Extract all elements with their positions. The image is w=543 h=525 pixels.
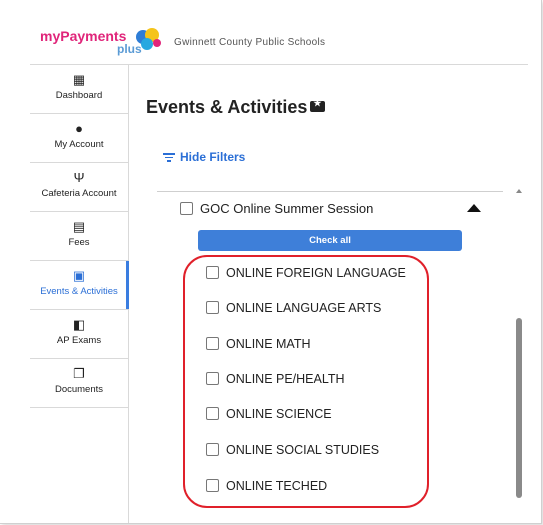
sidebar-item-cafeteria[interactable]: Ψ Cafeteria Account — [30, 163, 128, 212]
filter-icon — [163, 151, 175, 162]
sidebar-item-label: Fees — [68, 237, 90, 248]
sidebar-item-label: Documents — [54, 384, 104, 395]
documents-icon: ❐ — [73, 366, 85, 381]
school-name: Gwinnett County Public Schools — [174, 37, 326, 48]
scrollbar-thumb[interactable] — [516, 318, 522, 498]
page-title: Events & Activities — [146, 97, 326, 118]
account-icon: ● — [75, 121, 83, 136]
sidebar-item-ap-exams[interactable]: ◧ AP Exams — [30, 310, 128, 359]
filter-divider — [157, 191, 503, 192]
collapse-caret-icon[interactable] — [467, 204, 481, 212]
sidebar-item-dashboard[interactable]: ▦ Dashboard — [30, 65, 128, 114]
logo-graphic-icon — [136, 28, 161, 50]
cafeteria-icon: Ψ — [73, 170, 85, 185]
scroll-up-arrow-icon[interactable] — [516, 189, 522, 193]
session-checkbox[interactable] — [180, 202, 193, 215]
sidebar-item-label: AP Exams — [56, 335, 102, 346]
sidebar: ▦ Dashboard ● My Account Ψ Cafeteria Acc… — [30, 65, 129, 523]
hide-filters-button[interactable]: Hide Filters — [163, 150, 245, 164]
ap-exams-icon: ◧ — [72, 317, 86, 332]
hide-filters-label: Hide Filters — [180, 150, 246, 164]
session-checkbox-row[interactable]: GOC Online Summer Session — [180, 201, 373, 216]
page-title-text: Events & Activities — [146, 97, 308, 117]
sidebar-item-my-account[interactable]: ● My Account — [30, 114, 128, 163]
sidebar-item-label: Dashboard — [55, 90, 103, 101]
sidebar-item-fees[interactable]: ▤ Fees — [30, 212, 128, 261]
logo[interactable]: myPayments — [40, 28, 126, 44]
sidebar-item-documents[interactable]: ❐ Documents — [30, 359, 128, 408]
check-all-button[interactable]: Check all — [198, 230, 462, 251]
sidebar-item-label: Events & Activities — [40, 286, 118, 297]
sidebar-item-label: My Account — [54, 139, 104, 150]
ticket-icon — [310, 98, 326, 112]
ticket-icon: ▣ — [72, 268, 86, 283]
logo-text: myPayments — [40, 28, 127, 44]
highlight-annotation — [183, 255, 429, 508]
sidebar-item-label: Cafeteria Account — [41, 188, 117, 199]
sidebar-item-events[interactable]: ▣ Events & Activities — [30, 261, 129, 310]
header: myPayments plus Gwinnett County Public S… — [0, 0, 541, 64]
dashboard-icon: ▦ — [72, 72, 86, 87]
app-window: myPayments plus Gwinnett County Public S… — [0, 0, 542, 524]
active-indicator — [126, 261, 129, 309]
session-label: GOC Online Summer Session — [200, 201, 374, 216]
fees-icon: ▤ — [72, 219, 86, 234]
